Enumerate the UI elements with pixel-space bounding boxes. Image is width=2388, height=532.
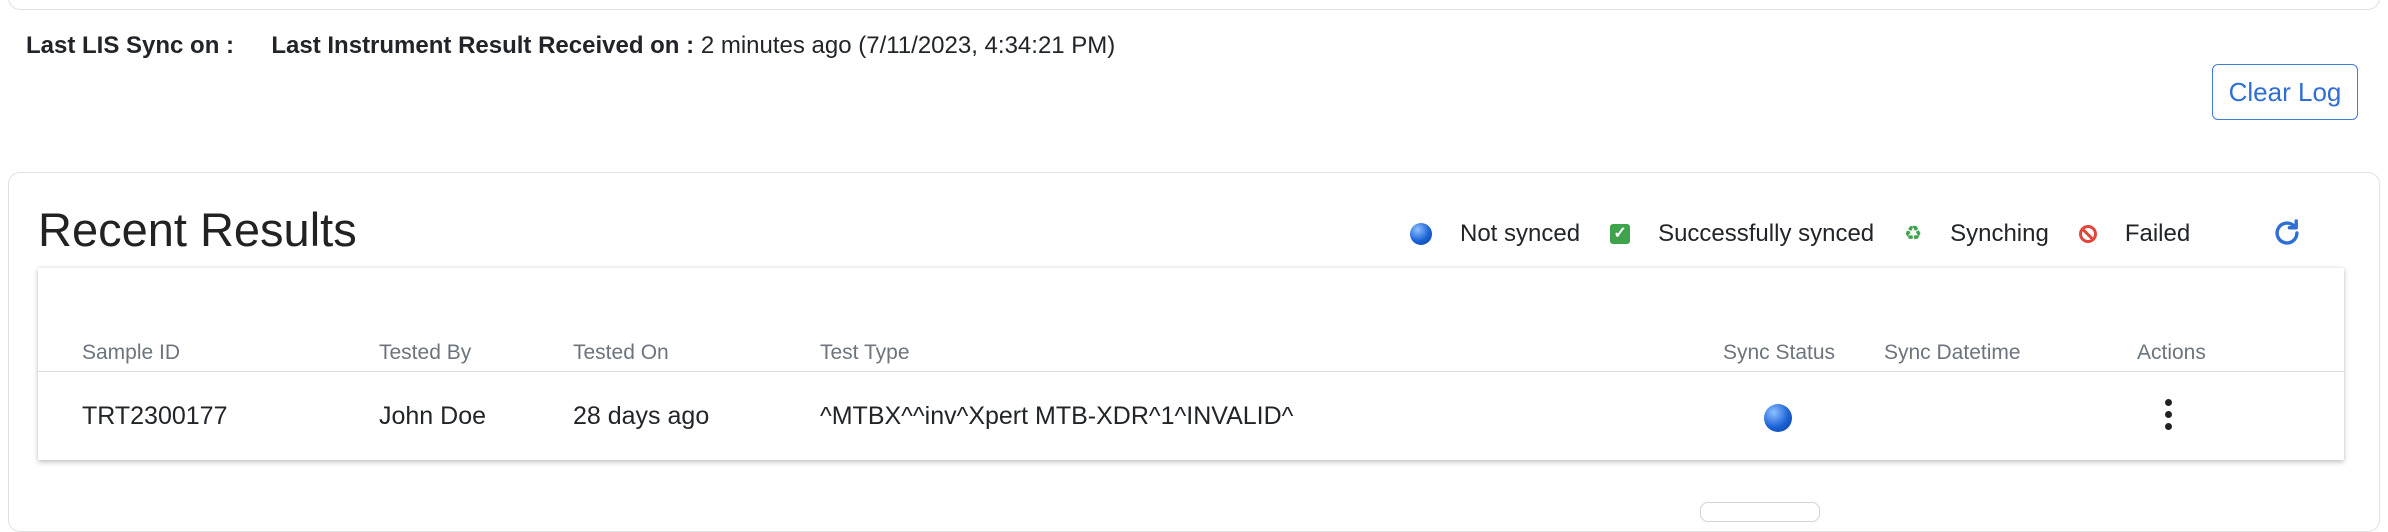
column-header-sync-datetime[interactable]: Sync Datetime bbox=[1884, 341, 2021, 365]
legend-label: Successfully synced bbox=[1658, 220, 1875, 247]
cell-tested-on: 28 days ago bbox=[573, 402, 710, 430]
column-header-sync-status[interactable]: Sync Status bbox=[1723, 341, 1835, 365]
column-header-test-type[interactable]: Test Type bbox=[820, 341, 910, 365]
pagination-control[interactable] bbox=[1700, 502, 1820, 522]
blue-dot-icon bbox=[1410, 223, 1432, 245]
legend-label: Not synced bbox=[1460, 220, 1581, 247]
cell-sample-id: TRT2300177 bbox=[82, 402, 228, 430]
top-card bbox=[8, 0, 2380, 10]
cell-tested-by: John Doe bbox=[379, 402, 487, 430]
check-box-icon: ✓ bbox=[1610, 224, 1631, 244]
column-header-tested-by[interactable]: Tested By bbox=[379, 341, 471, 365]
table-header-divider bbox=[38, 371, 2344, 372]
legend-label: Synching bbox=[1950, 220, 2049, 247]
refresh-icon[interactable] bbox=[2270, 216, 2304, 250]
clear-log-button[interactable]: Clear Log bbox=[2212, 64, 2358, 120]
last-instrument-result-value: 2 minutes ago (7/11/2023, 4:34:21 PM) bbox=[700, 32, 1116, 59]
recycle-icon: ♻ bbox=[1904, 223, 1923, 245]
prohibited-icon bbox=[2078, 225, 2097, 243]
last-lis-sync-label: Last LIS Sync on : bbox=[26, 32, 235, 59]
legend-label: Failed bbox=[2124, 220, 2191, 247]
cell-test-type: ^MTBX^^inv^Xpert MTB-XDR^1^INVALID^ bbox=[820, 402, 1294, 430]
sync-info: Last LIS Sync on : Last Instrument Resul… bbox=[26, 32, 1115, 60]
legend-failed: Failed bbox=[2078, 220, 2191, 248]
column-header-actions: Actions bbox=[2137, 341, 2206, 364]
legend-synching: ♻ Synching bbox=[1904, 220, 2049, 248]
sync-status-legend: Not synced ✓ Successfully synced ♻ Synch… bbox=[1410, 220, 2220, 248]
column-header-sample-id[interactable]: Sample ID bbox=[82, 341, 180, 365]
legend-not-synced: Not synced bbox=[1410, 220, 1580, 248]
row-actions-kebab-icon[interactable] bbox=[2160, 399, 2176, 435]
column-header-tested-on[interactable]: Tested On bbox=[573, 341, 669, 365]
last-instrument-result-label: Last Instrument Result Received on : bbox=[271, 32, 695, 59]
legend-successfully-synced: ✓ Successfully synced bbox=[1610, 220, 1874, 248]
sync-status-not-synced-icon bbox=[1764, 404, 1792, 432]
recent-results-title: Recent Results bbox=[38, 203, 357, 256]
